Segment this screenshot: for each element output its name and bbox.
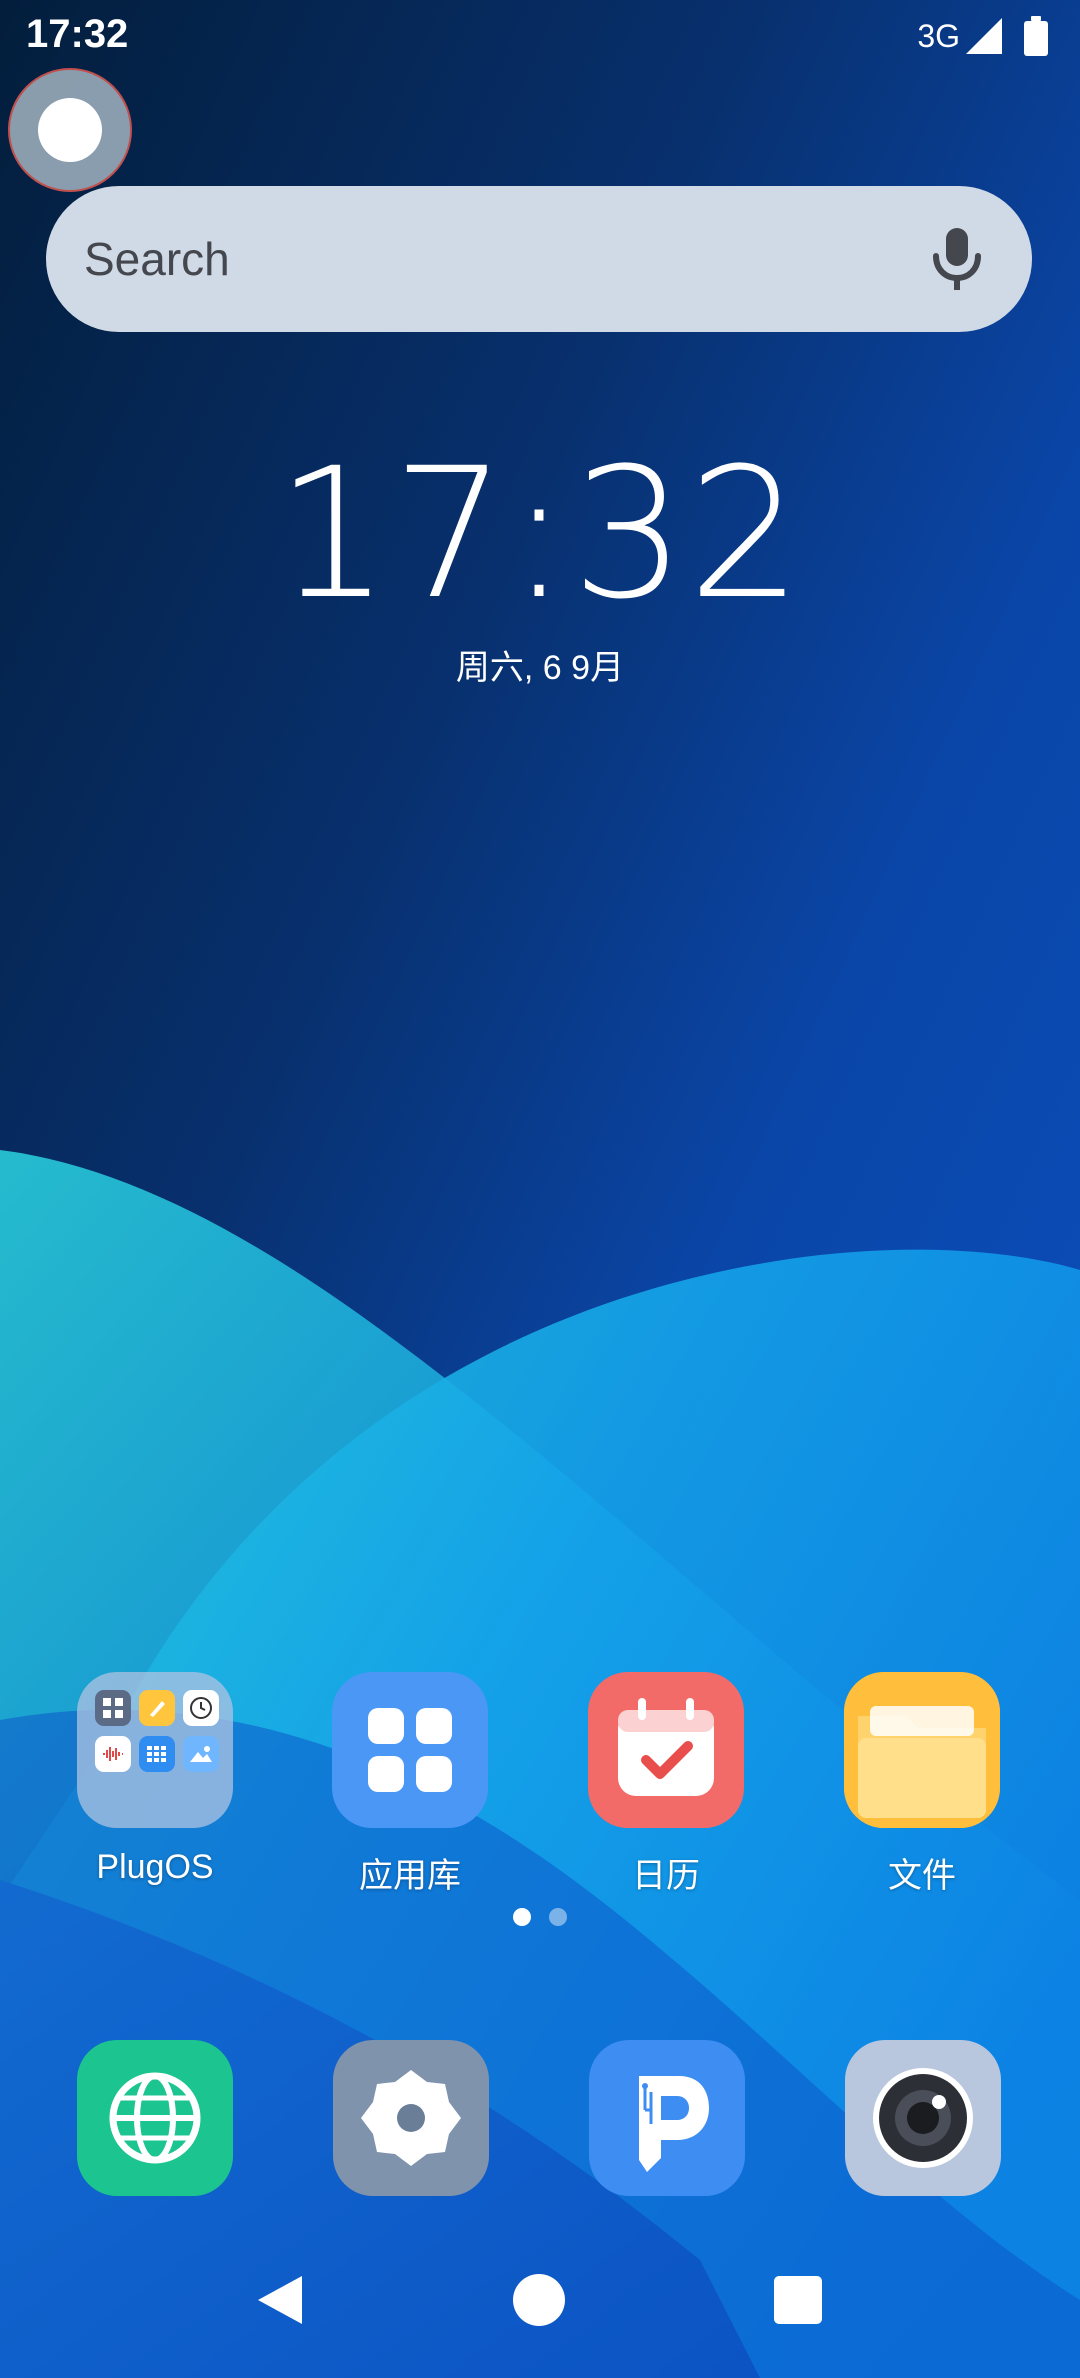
signal-icon <box>966 18 1002 54</box>
settings-icon[interactable] <box>333 2040 489 2196</box>
status-time: 17:32 <box>26 12 129 56</box>
home-icon[interactable] <box>509 2270 569 2330</box>
recents-icon[interactable] <box>768 2270 828 2330</box>
microphone-icon[interactable] <box>928 226 986 292</box>
app-files[interactable]: 文件 <box>802 1672 1042 1897</box>
mini-recorder-icon <box>95 1736 131 1772</box>
status-icons: 3G <box>917 14 1050 58</box>
mini-calculator-icon <box>139 1736 175 1772</box>
app-library[interactable]: 应用库 <box>290 1672 530 1897</box>
plug-app-icon[interactable] <box>589 2040 745 2196</box>
app-library-icon <box>332 1672 488 1828</box>
app-label: 文件 <box>888 1857 956 1895</box>
page-dot-active[interactable] <box>513 1908 531 1926</box>
mini-gallery-icon <box>183 1736 219 1772</box>
mini-clock-icon <box>183 1690 219 1726</box>
camera-icon[interactable] <box>845 2040 1001 2196</box>
search-placeholder: Search <box>84 233 230 285</box>
mini-notes-icon <box>139 1690 175 1726</box>
folder-icon <box>77 1672 233 1828</box>
page-dot[interactable] <box>549 1908 567 1926</box>
search-bar[interactable]: Search <box>46 186 1032 332</box>
calendar-icon <box>588 1672 744 1828</box>
clock-widget-date[interactable]: 周六, 6 9月 <box>0 640 1080 689</box>
mini-apps-icon <box>95 1690 131 1726</box>
wallpaper <box>0 0 1080 2378</box>
app-label: 日历 <box>632 1857 700 1895</box>
back-icon[interactable] <box>250 2270 310 2330</box>
assistive-touch-icon[interactable] <box>8 68 132 192</box>
app-plugos-folder[interactable]: PlugOS <box>35 1672 275 1887</box>
app-label: PlugOS <box>96 1848 214 1886</box>
status-bar: 17:32 3G <box>0 0 1080 72</box>
clock-widget-time[interactable]: 17:32 <box>0 430 1080 639</box>
app-label: 应用库 <box>359 1857 461 1895</box>
navigation-bar <box>0 2240 1080 2360</box>
assistive-touch-center <box>38 98 102 162</box>
files-icon <box>844 1672 1000 1828</box>
browser-icon[interactable] <box>77 2040 233 2196</box>
network-type: 3G <box>917 17 960 54</box>
page-indicator <box>0 1908 1080 1926</box>
app-calendar[interactable]: 日历 <box>546 1672 786 1897</box>
battery-icon <box>1024 16 1048 56</box>
